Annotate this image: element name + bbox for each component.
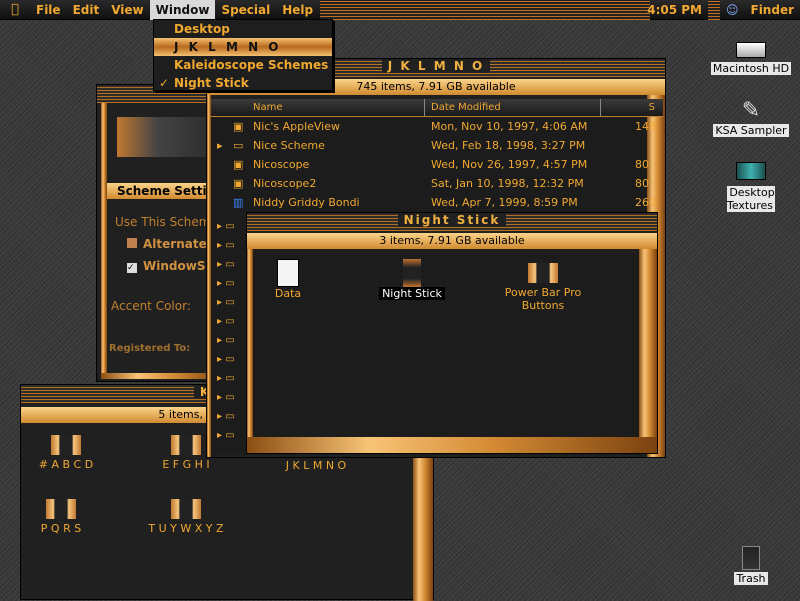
night-stick-title-bar[interactable]: Night Stick [247,213,657,231]
menu-bar:  File Edit View Window Special Help 4:0… [0,0,800,20]
window-menu: Desktop J K L M N O Kaleidoscope Schemes… [153,19,333,91]
menubar-stripe [320,0,650,20]
app-menu-finder[interactable]: Finder [745,0,800,20]
hard-disk-icon [736,42,766,58]
file-icon: ▣ [233,174,243,193]
menu-item-desktop[interactable]: Desktop [154,20,332,38]
sampler-icon: ✎ [706,98,796,124]
night-stick-item[interactable]: Night Stick [379,259,445,300]
menu-window[interactable]: Window [150,0,216,20]
kaleid-item-3[interactable]: J K L M N O [276,459,356,472]
file-icon: ▣ [233,155,243,174]
menu-edit[interactable]: Edit [67,0,106,20]
col-name[interactable]: Name [211,99,425,116]
checkmark-icon: ✓ [159,74,169,92]
alternate-checkbox-box [127,238,137,248]
registered-label: Registered To: [109,343,190,354]
data-file[interactable]: Data [263,259,313,300]
menu-view[interactable]: View [105,0,149,20]
night-stick-window[interactable]: Night Stick 3 items, 7.91 GB available D… [246,212,658,454]
scheme-frame-bottom [101,373,223,379]
kaleid-item-2-icon [171,435,201,455]
night-stick-info: 3 items, 7.91 GB available [247,233,657,249]
menubar-clock[interactable]: 4:05 PM [641,0,708,20]
trash-can-icon [742,546,760,570]
kaleid-item-4[interactable]: P Q R S [26,499,96,535]
textures-icon [736,162,766,180]
collapsed-rows: ▸ ▭▸ ▭▸ ▭▸ ▭▸ ▭▸ ▭▸ ▭▸ ▭▸ ▭▸ ▭▸ ▭▸ ▭ [217,217,247,457]
night-stick-frame-bottom [247,437,657,453]
menubar-stripe-right [708,0,720,20]
app-icon: ▥ [233,193,243,212]
file-icon: ▣ [233,117,243,136]
desktop-textures-icon[interactable]: Desktop Textures [706,162,796,212]
finder-icon[interactable]: ☺ [720,0,745,20]
menu-help[interactable]: Help [276,0,319,20]
alternate-checkbox[interactable]: Alternate [127,237,207,251]
apple-menu-icon[interactable]:  [0,0,30,20]
kaleid-item-5[interactable]: T U Y W X Y Z [146,499,226,535]
kaleid-item-1-icon [51,435,81,455]
menu-item-kaleidoscope-schemes[interactable]: Kaleidoscope Schemes [154,56,332,74]
scheme-frame-left [101,103,107,379]
night-stick-title: Night Stick [398,213,507,227]
ksa-sampler-icon[interactable]: ✎KSA Sampler [706,98,796,137]
disclosure-triangle-icon[interactable]: ▸ [217,136,223,155]
col-date[interactable]: Date Modified [425,99,601,116]
night-stick-pane: Data Night Stick Power Bar Pro Buttons [253,253,639,437]
folder-icon: ▭ [233,136,243,155]
document-icon [277,259,299,287]
menu-item-jklmno[interactable]: J K L M N O [154,38,332,56]
power-bar-item[interactable]: Power Bar Pro Buttons [483,263,603,312]
power-bar-icon [528,263,558,283]
menu-item-night-stick[interactable]: ✓Night Stick [154,74,332,92]
trash-icon[interactable]: Trash [706,546,796,585]
windowshade-checkbox[interactable]: ✓WindowSh [127,259,214,273]
use-scheme-label: Use This Schem [115,215,210,229]
kaleid-item-5-icon [171,499,201,519]
kaleid-item-1[interactable]: # A B C D [31,435,101,471]
kaleid-item-4-icon [46,499,76,519]
menu-file[interactable]: File [30,0,67,20]
night-stick-icon [403,259,421,287]
jklmno-column-header: Name Date Modified S [211,99,663,117]
col-size[interactable]: S [601,99,661,116]
windowshade-check-icon: ✓ [127,263,137,273]
accent-color-label: Accent Color: [111,299,191,313]
scheme-preview [117,117,217,157]
jklmno-title: J K L M N O [382,59,490,73]
night-stick-frame-right [639,249,657,453]
macintosh-hd-icon[interactable]: Macintosh HD [706,42,796,75]
menu-special[interactable]: Special [215,0,276,20]
